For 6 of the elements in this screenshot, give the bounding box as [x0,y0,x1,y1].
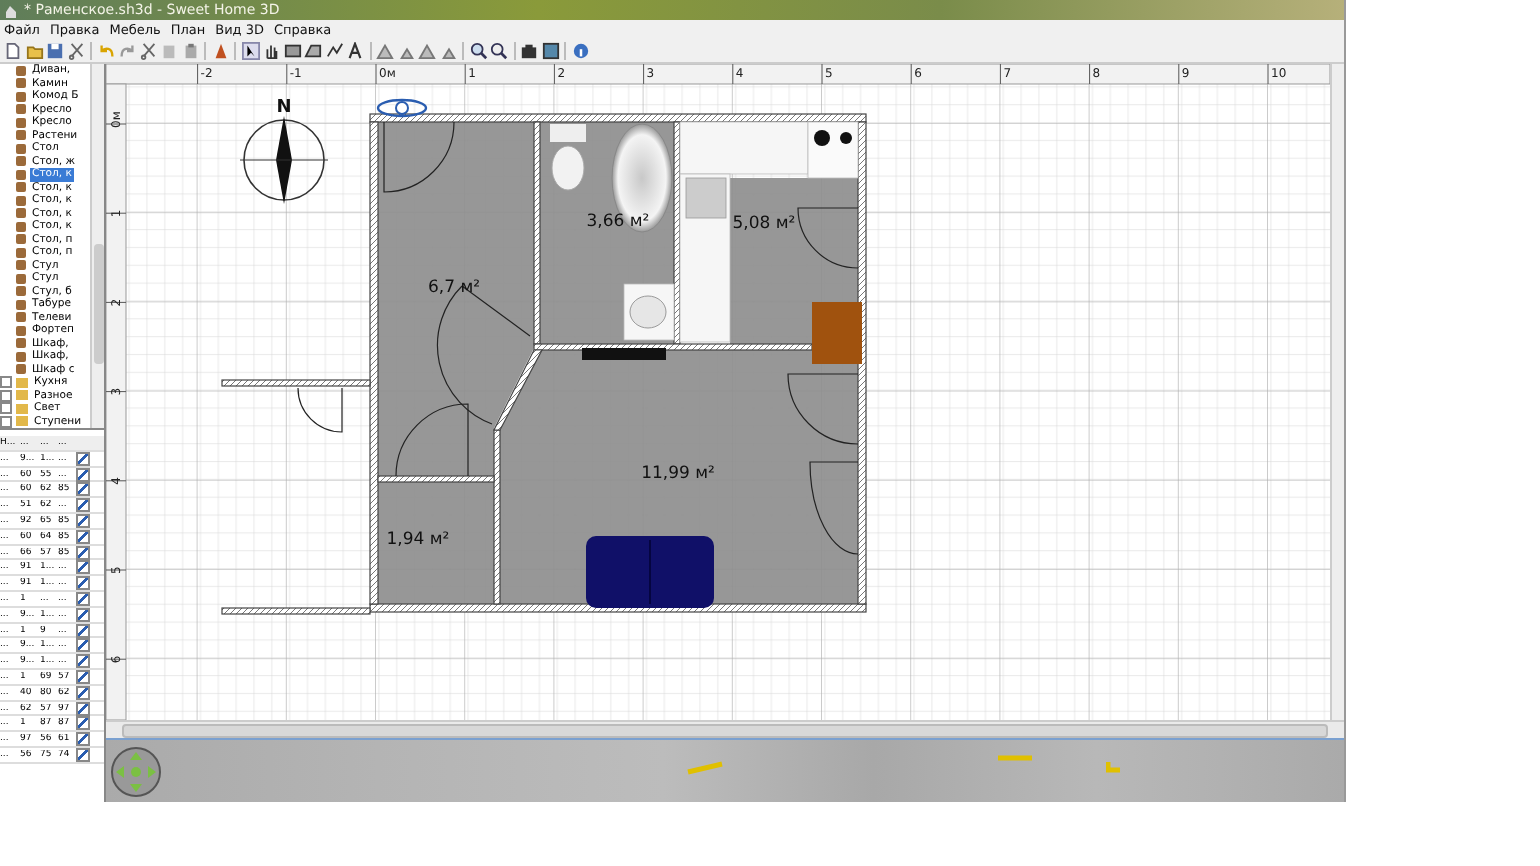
compass-label: N [276,98,292,118]
room-area-label: 3,66 м² [586,212,650,232]
room-area-label: 11,99 м² [641,464,715,484]
room-area-label: 1,94 м² [386,530,450,550]
room-area-label: 6,7 м² [427,278,481,298]
room-area-label: 5,08 м² [732,214,796,234]
